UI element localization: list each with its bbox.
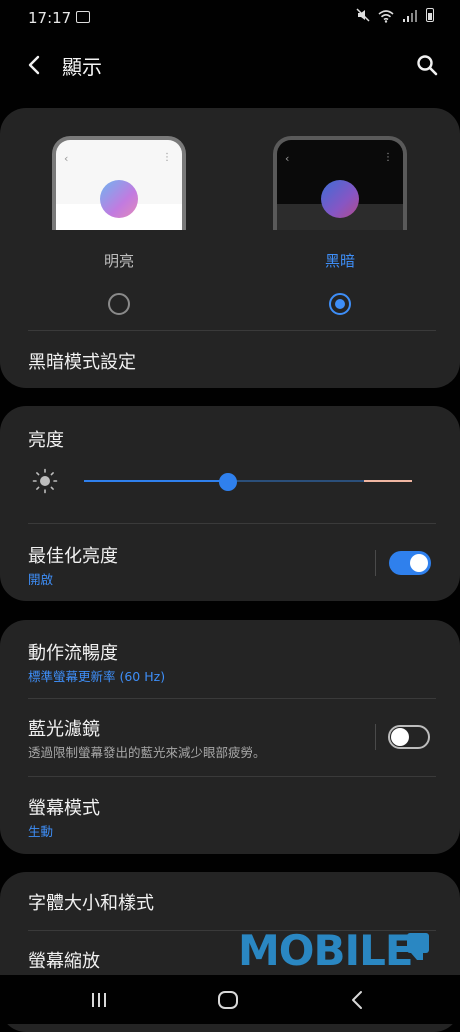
recent-apps-icon xyxy=(92,993,106,1007)
mute-icon xyxy=(356,8,370,22)
home-button[interactable] xyxy=(208,985,248,1015)
theme-label-light: 明亮 xyxy=(103,252,134,270)
battery-icon xyxy=(426,8,434,22)
adaptive-brightness-status: 開啟 xyxy=(28,572,54,587)
wifi-icon xyxy=(378,8,394,23)
theme-label-dark: 黑暗 xyxy=(324,252,355,270)
page-title: 顯示 xyxy=(62,55,102,79)
back-button[interactable] xyxy=(18,48,52,82)
preview-orb xyxy=(321,180,359,218)
theme-option-light[interactable]: ‹ ⋮ 明亮 xyxy=(51,136,187,315)
search-button[interactable] xyxy=(410,48,444,82)
status-icons xyxy=(356,8,434,23)
navigation-bar xyxy=(0,975,460,1024)
chevron-left-icon: ‹ xyxy=(285,152,290,165)
display-options-card: 動作流暢度 標準螢幕更新率 (60 Hz) 藍光濾鏡 透過限制螢幕發出的藍光來減… xyxy=(0,620,460,854)
watermark-logo: MOBILE xyxy=(238,926,414,975)
search-icon xyxy=(417,55,438,76)
motion-smoothness-row[interactable]: 動作流暢度 標準螢幕更新率 (60 Hz) xyxy=(0,620,460,698)
app-bar: 顯示 xyxy=(0,36,460,92)
theme-option-dark[interactable]: ‹ ⋮ 黑暗 xyxy=(272,136,408,315)
home-icon xyxy=(218,991,238,1009)
slider-high-range xyxy=(364,480,412,482)
more-icon: ⋮ xyxy=(383,152,393,163)
status-time: 17:17 xyxy=(28,9,72,27)
screen-zoom-title: 螢幕縮放 xyxy=(28,951,100,972)
status-bar: 17:17 xyxy=(0,0,460,36)
radio-dark[interactable] xyxy=(329,293,351,315)
font-size-title: 字體大小和樣式 xyxy=(28,893,154,914)
sun-icon xyxy=(32,468,58,494)
slider-thumb[interactable] xyxy=(219,473,237,491)
brightness-title: 亮度 xyxy=(28,430,64,451)
signal-icon xyxy=(402,8,418,22)
dark-mode-settings-label: 黑暗模式設定 xyxy=(28,352,136,373)
preview-orb xyxy=(100,180,138,218)
slider-fill xyxy=(84,480,228,482)
radio-light[interactable] xyxy=(108,293,130,315)
theme-card: ‹ ⋮ 明亮 ‹ ⋮ 黑暗 黑暗模式設定 xyxy=(0,108,460,388)
motion-smoothness-title: 動作流暢度 xyxy=(28,643,118,664)
motion-smoothness-value: 標準螢幕更新率 (60 Hz) xyxy=(28,669,166,684)
blue-light-filter-title: 藍光濾鏡 xyxy=(28,719,100,740)
dark-theme-preview: ‹ ⋮ xyxy=(273,136,407,230)
brightness-card: 亮度 最佳化亮度 開啟 xyxy=(0,406,460,601)
chevron-left-icon: ‹ xyxy=(64,152,69,165)
adaptive-brightness-toggle[interactable] xyxy=(389,551,431,575)
font-size-row[interactable]: 字體大小和樣式 xyxy=(0,872,460,930)
blue-light-filter-row[interactable]: 藍光濾鏡 透過限制螢幕發出的藍光來減少眼部疲勞。 xyxy=(0,699,460,776)
separator xyxy=(375,550,376,576)
screen-mode-value: 生動 xyxy=(28,824,54,839)
chevron-left-icon xyxy=(28,55,40,75)
slider-track xyxy=(228,480,364,482)
more-icon: ⋮ xyxy=(162,152,172,163)
adaptive-brightness-row[interactable]: 最佳化亮度 開啟 xyxy=(0,524,460,601)
back-icon xyxy=(352,991,362,1009)
back-nav-button[interactable] xyxy=(337,985,377,1015)
light-theme-preview: ‹ ⋮ xyxy=(52,136,186,230)
screen-mode-title: 螢幕模式 xyxy=(28,798,100,819)
screen-mode-row[interactable]: 螢幕模式 生動 xyxy=(0,777,460,854)
blue-light-filter-description: 透過限制螢幕發出的藍光來減少眼部疲勞。 xyxy=(28,745,266,760)
gallery-notification-icon xyxy=(76,11,90,23)
recent-apps-button[interactable] xyxy=(79,985,119,1015)
dark-mode-settings-row[interactable]: 黑暗模式設定 xyxy=(0,331,460,388)
adaptive-brightness-title: 最佳化亮度 xyxy=(28,546,118,567)
watermark-bubble-icon xyxy=(407,933,429,960)
brightness-slider[interactable] xyxy=(84,473,412,491)
blue-light-filter-toggle[interactable] xyxy=(388,725,430,749)
separator xyxy=(375,724,376,750)
